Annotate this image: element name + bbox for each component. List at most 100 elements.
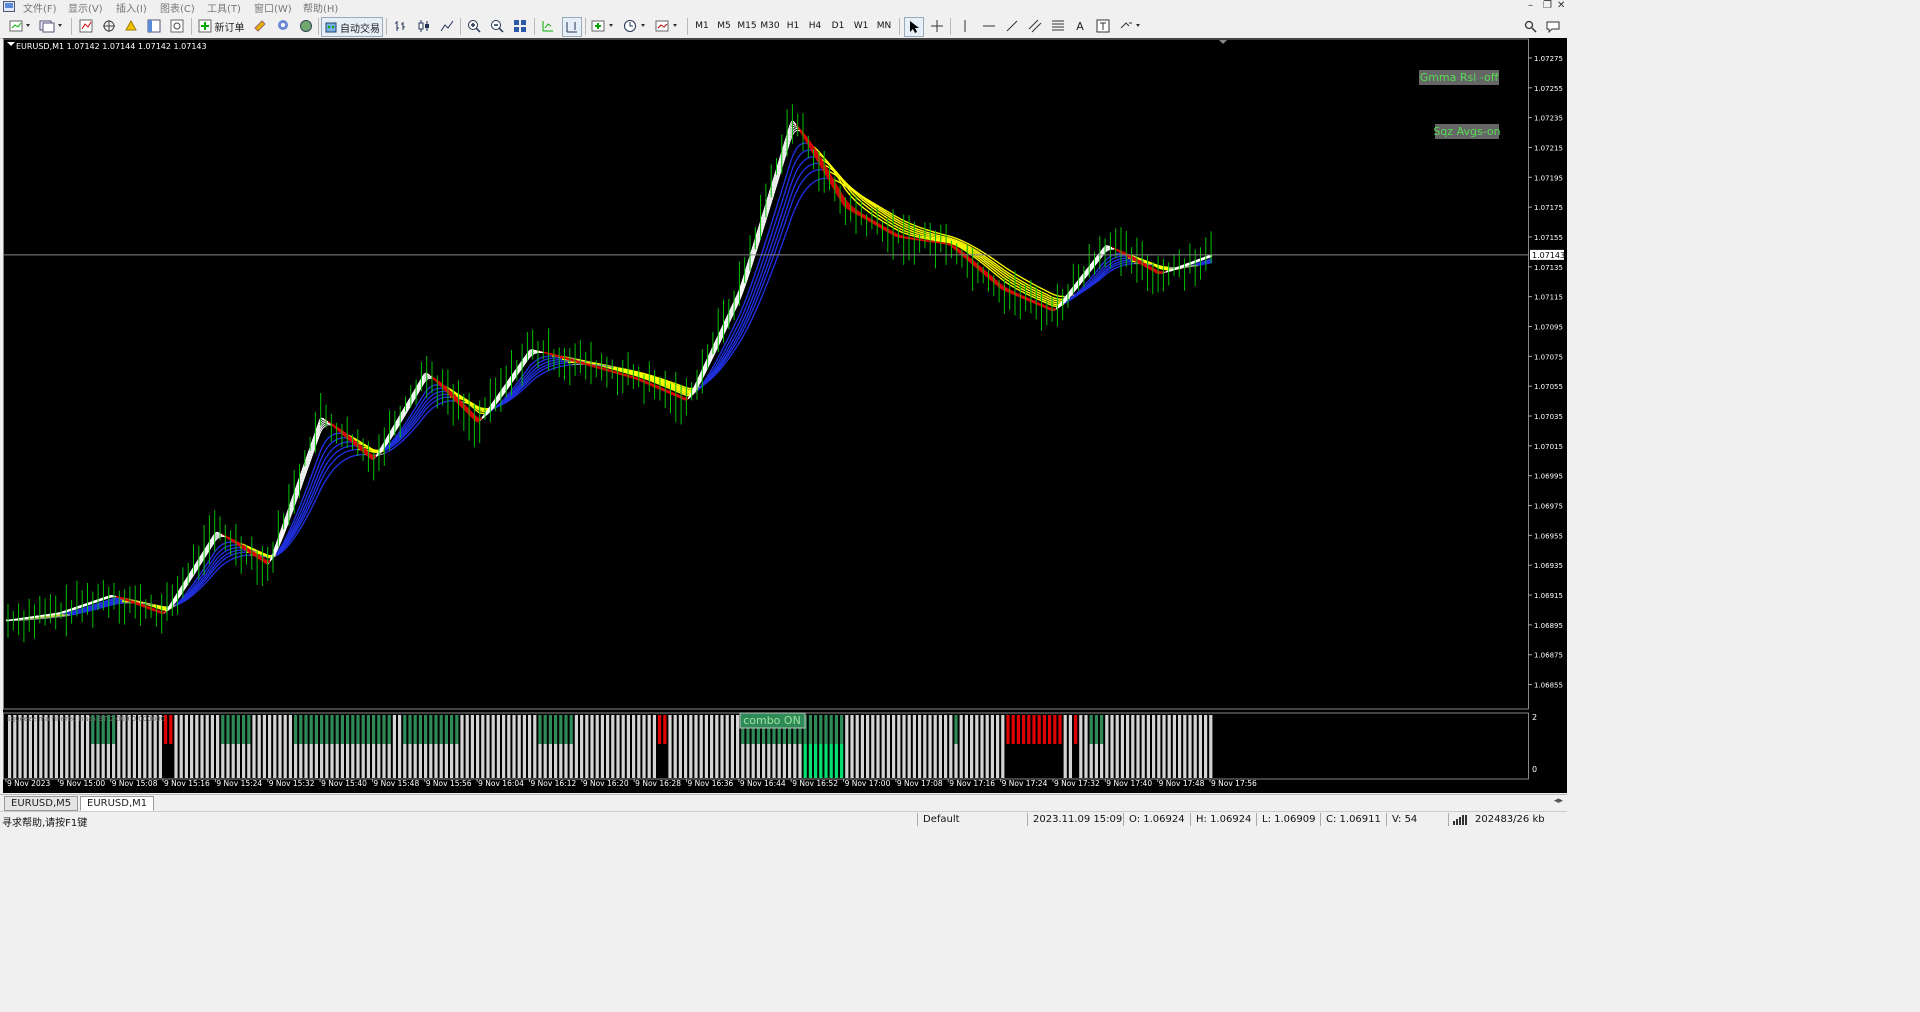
long-ema-line xyxy=(231,550,235,553)
menu-file[interactable]: 文件(F) xyxy=(23,0,57,15)
indicators-icon[interactable] xyxy=(590,17,618,35)
cursor-icon[interactable] xyxy=(904,17,924,37)
long-ema-line xyxy=(759,286,763,293)
timeframe-h4-button[interactable]: H4 xyxy=(806,17,824,35)
long-ema-line xyxy=(961,240,965,243)
long-ema-line xyxy=(205,566,209,571)
long-ema-line xyxy=(733,347,737,352)
chart-dropdown-icon[interactable] xyxy=(7,42,15,46)
globe-icon[interactable] xyxy=(297,17,315,35)
long-ema-line xyxy=(221,563,225,567)
timeframe-mn-button[interactable]: MN xyxy=(874,17,894,35)
menu-insert[interactable]: 插入(I) xyxy=(116,0,147,15)
meta-editor-icon[interactable] xyxy=(251,17,269,35)
long-ema-line xyxy=(773,208,777,216)
restore-icon[interactable]: ❐ xyxy=(1543,0,1552,11)
menu-charts[interactable]: 图表(C) xyxy=(160,0,195,15)
new-order-button[interactable]: 新订单 xyxy=(196,17,246,35)
long-ema-line xyxy=(785,170,789,178)
candlestick-icon[interactable] xyxy=(415,17,433,35)
tile-windows-icon[interactable] xyxy=(511,17,529,35)
long-ema-line xyxy=(893,217,897,220)
long-ema-line xyxy=(293,515,297,521)
menu-view[interactable]: 显示(V) xyxy=(68,0,103,15)
long-ema-line xyxy=(105,599,109,602)
long-ema-line xyxy=(1017,278,1021,281)
text-tool-icon[interactable]: A xyxy=(1072,17,1088,35)
long-ema-line xyxy=(427,400,431,404)
text-label-icon[interactable] xyxy=(1094,17,1112,35)
periods-icon[interactable] xyxy=(622,17,650,35)
long-ema-line xyxy=(1021,285,1025,289)
bar-chart-icon[interactable] xyxy=(392,17,410,35)
long-ema-line xyxy=(225,545,229,548)
timeframe-d1-button[interactable]: D1 xyxy=(829,17,847,35)
zoom-out-icon[interactable] xyxy=(488,17,506,35)
long-ema-line xyxy=(321,460,325,466)
long-ema-line xyxy=(917,226,921,229)
price-chart[interactable]: EURUSD,M1 1.07142 1.07144 1.07142 1.0714… xyxy=(3,38,1567,793)
menu-window[interactable]: 窗口(W) xyxy=(254,0,292,15)
zoom-in-icon[interactable] xyxy=(465,17,483,35)
long-ema-line xyxy=(173,604,177,607)
profiles-icon[interactable] xyxy=(38,17,66,35)
shift-marker-icon[interactable] xyxy=(1219,40,1227,44)
auto-scroll-icon[interactable] xyxy=(539,17,557,35)
long-ema-line xyxy=(787,198,791,205)
long-ema-line xyxy=(429,402,433,406)
navigator-icon[interactable] xyxy=(122,17,140,35)
long-ema-line xyxy=(793,192,797,198)
fibonacci-icon[interactable] xyxy=(1049,17,1067,35)
crosshair-icon[interactable] xyxy=(928,17,946,35)
long-ema-line xyxy=(323,457,327,462)
timeframe-m15-button[interactable]: M15 xyxy=(737,17,757,35)
long-ema-line xyxy=(475,409,479,413)
long-ema-line xyxy=(331,447,335,451)
menu-help[interactable]: 帮助(H) xyxy=(303,0,338,15)
market-watch-icon[interactable] xyxy=(77,17,95,35)
long-ema-line xyxy=(801,160,805,164)
chart-window[interactable]: EURUSD,M1 1.07142 1.07144 1.07142 1.0714… xyxy=(3,38,1567,793)
data-window-icon[interactable] xyxy=(100,17,118,35)
long-ema-line xyxy=(725,338,729,343)
new-chart-icon[interactable] xyxy=(8,17,34,35)
timeframe-m5-button[interactable]: M5 xyxy=(715,17,733,35)
timeframe-m1-button[interactable]: M1 xyxy=(693,17,711,35)
long-ema-line xyxy=(655,382,659,385)
strategy-tester-icon[interactable] xyxy=(168,17,186,35)
timeframe-m30-button[interactable]: M30 xyxy=(760,17,780,35)
long-ema-line xyxy=(1087,278,1091,282)
close-icon[interactable]: ✕ xyxy=(1557,0,1565,11)
trendline-icon[interactable] xyxy=(1003,17,1021,35)
horizontal-line-icon[interactable] xyxy=(980,17,998,35)
long-ema-line xyxy=(1073,294,1077,298)
minimize-icon[interactable]: – xyxy=(1528,0,1533,11)
long-ema-line xyxy=(887,211,891,214)
long-ema-line xyxy=(677,391,681,394)
long-ema-line xyxy=(317,490,321,496)
long-ema-line xyxy=(363,444,367,447)
long-ema-line xyxy=(795,202,799,207)
long-ema-line xyxy=(217,550,221,554)
auto-trading-button[interactable]: 自动交易 xyxy=(321,17,383,37)
long-ema-line xyxy=(889,212,893,215)
menu-tools[interactable]: 工具(T) xyxy=(207,0,241,15)
templates-icon[interactable] xyxy=(654,17,682,35)
long-ema-line xyxy=(419,396,423,401)
vertical-line-icon[interactable] xyxy=(956,17,974,35)
channel-icon[interactable] xyxy=(1026,17,1044,35)
long-ema-line xyxy=(303,490,307,496)
long-ema-line xyxy=(1113,262,1117,265)
chart-shift-icon[interactable] xyxy=(562,17,582,37)
long-ema-line xyxy=(1031,282,1035,286)
long-ema-line xyxy=(919,233,923,236)
terminal-window-icon[interactable] xyxy=(145,17,163,35)
long-ema-line xyxy=(975,255,979,259)
arrows-tool-icon[interactable] xyxy=(1118,17,1144,35)
chat-icon[interactable] xyxy=(274,17,292,35)
line-chart-icon[interactable] xyxy=(438,17,456,35)
search-icon[interactable] xyxy=(1522,17,1538,35)
timeframe-h1-button[interactable]: H1 xyxy=(784,17,802,35)
chat-bubble-icon[interactable] xyxy=(1544,17,1562,35)
timeframe-w1-button[interactable]: W1 xyxy=(852,17,870,35)
